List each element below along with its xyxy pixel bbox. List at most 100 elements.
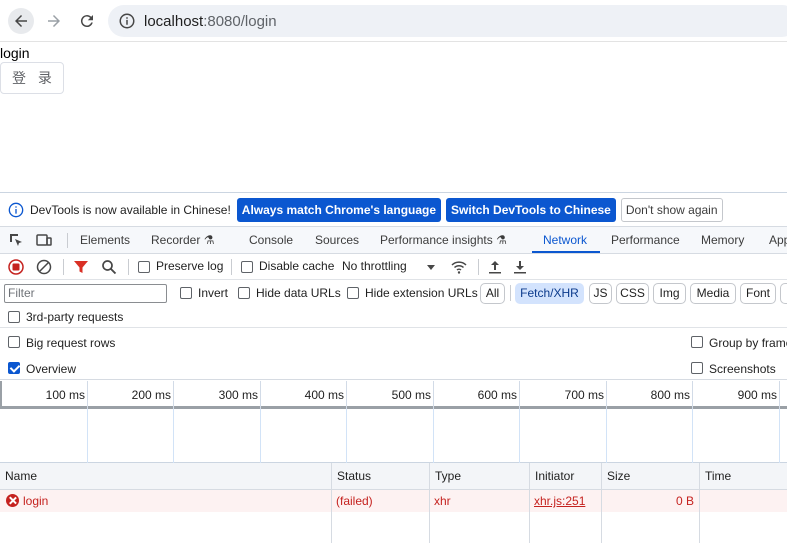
request-status: (failed)	[336, 494, 373, 508]
tab-performance-insights[interactable]: Performance insights ⚗	[380, 227, 507, 253]
big-rows-row: Big request rows Group by frame	[0, 330, 787, 354]
invert-checkbox[interactable]	[180, 287, 192, 299]
clear-icon[interactable]	[36, 259, 52, 275]
filter-type-media[interactable]: Media	[690, 283, 736, 304]
tick-label: 300 ms	[218, 388, 258, 402]
filter-type-css[interactable]: CSS	[616, 283, 649, 304]
overview-label: Overview	[26, 362, 77, 376]
tab-performance[interactable]: Performance	[611, 227, 680, 253]
tick-line	[173, 381, 174, 409]
site-info-icon[interactable]	[118, 12, 136, 30]
disable-cache-checkbox[interactable]	[241, 261, 253, 273]
tab-elements[interactable]: Elements	[80, 227, 130, 253]
hide-data-urls-label: Hide data URLs	[256, 286, 341, 300]
col-header-status[interactable]: Status	[331, 463, 430, 490]
tick-label: 600 ms	[477, 388, 517, 402]
table-row[interactable]: login (failed) xhr xhr.js:251 0 B	[0, 490, 787, 512]
column-divider	[699, 463, 700, 543]
stop-recording-icon[interactable]	[8, 259, 24, 275]
hide-data-urls-checkbox[interactable]	[238, 287, 250, 299]
back-button[interactable]	[8, 8, 34, 34]
address-bar[interactable]: localhost:8080/login	[108, 5, 787, 37]
filter-type-img[interactable]: Img	[653, 283, 686, 304]
request-initiator-link[interactable]: xhr.js:251	[529, 490, 585, 512]
network-conditions-icon[interactable]	[451, 259, 467, 275]
group-by-frame-checkbox[interactable]	[691, 336, 703, 348]
tab-application[interactable]: Application	[769, 227, 787, 253]
tab-memory[interactable]: Memory	[701, 227, 744, 253]
tick-label: 200 ms	[131, 388, 171, 402]
screenshots-checkbox[interactable]	[691, 362, 703, 374]
filter-icon[interactable]	[73, 259, 89, 275]
tick-line	[433, 381, 434, 409]
tick-label: 500 ms	[391, 388, 431, 402]
col-header-initiator[interactable]: Initiator	[529, 463, 601, 490]
inspect-element-icon[interactable]	[8, 232, 24, 248]
forward-button[interactable]	[41, 8, 67, 34]
grid-line	[433, 409, 434, 463]
login-button[interactable]: 登 录	[0, 62, 64, 94]
arrow-left-icon	[15, 15, 27, 27]
request-name[interactable]: login	[18, 490, 48, 512]
request-size: 0 B	[675, 494, 694, 508]
requests-table-header: Name Status Type Initiator Size Time	[0, 463, 787, 490]
col-header-time[interactable]: Time	[699, 463, 787, 490]
device-toolbar-icon[interactable]	[36, 232, 52, 248]
tick-line	[606, 381, 607, 409]
tick-line	[346, 381, 347, 409]
overview-checkbox[interactable]	[8, 362, 20, 374]
overview-row: Overview Screenshots	[0, 356, 787, 380]
reload-button[interactable]	[74, 8, 100, 34]
grid-line	[779, 409, 780, 463]
preserve-log-label: Preserve log	[156, 259, 224, 273]
tick-line	[260, 381, 261, 409]
filter-type-more[interactable]	[780, 283, 787, 304]
banner-message: DevTools is now available in Chinese!	[30, 202, 231, 217]
preserve-log-checkbox[interactable]	[138, 261, 150, 273]
reload-icon	[80, 15, 93, 28]
column-divider	[601, 463, 602, 543]
search-icon[interactable]	[101, 259, 117, 275]
tab-divider	[67, 233, 68, 248]
timeline-overview[interactable]	[0, 409, 787, 463]
download-icon[interactable]	[512, 259, 528, 275]
third-party-checkbox[interactable]	[8, 311, 20, 323]
filter-input[interactable]: Filter	[4, 284, 167, 303]
language-banner: DevTools is now available in Chinese! Al…	[0, 193, 787, 227]
network-toolbar: Preserve log Disable cache No throttling	[0, 254, 787, 280]
toolbar-divider	[63, 259, 64, 275]
tick-label: 800 ms	[650, 388, 690, 402]
browser-toolbar: localhost:8080/login	[0, 0, 787, 42]
toolbar-divider	[128, 259, 129, 275]
dont-show-again-button[interactable]: Don't show again	[620, 197, 723, 222]
filter-type-font[interactable]: Font	[740, 283, 776, 304]
timeline-ruler[interactable]: 100 ms 200 ms 300 ms 400 ms 500 ms 600 m…	[0, 381, 787, 409]
chevron-down-icon[interactable]	[425, 261, 437, 273]
col-header-size[interactable]: Size	[601, 463, 700, 490]
page-text: login	[0, 45, 30, 61]
tick-label: 700 ms	[564, 388, 604, 402]
filter-type-all[interactable]: All	[480, 283, 505, 304]
filter-type-fetch-xhr[interactable]: Fetch/XHR	[515, 283, 584, 304]
hide-extension-urls-label: Hide extension URLs	[365, 286, 478, 300]
hide-extension-urls-checkbox[interactable]	[347, 287, 359, 299]
col-header-type[interactable]: Type	[429, 463, 529, 490]
tick-label: 100 ms	[45, 388, 85, 402]
switch-chinese-button[interactable]: Switch DevTools to Chinese	[446, 197, 616, 222]
upload-icon[interactable]	[487, 259, 503, 275]
invert-label: Invert	[198, 286, 229, 300]
filter-type-js[interactable]: JS	[589, 283, 612, 304]
grid-line	[606, 409, 607, 463]
tab-console[interactable]: Console	[249, 227, 293, 253]
tab-network[interactable]: Network	[532, 227, 600, 253]
grid-line	[173, 409, 174, 463]
throttling-select[interactable]: No throttling	[342, 259, 407, 273]
big-request-rows-checkbox[interactable]	[8, 336, 20, 348]
url-text: localhost:8080/login	[144, 12, 277, 30]
tab-recorder[interactable]: Recorder ⚗	[151, 227, 214, 253]
column-divider	[429, 463, 430, 543]
tab-sources[interactable]: Sources	[315, 227, 359, 253]
col-header-name[interactable]: Name	[0, 463, 331, 490]
match-language-button[interactable]: Always match Chrome's language	[236, 197, 442, 222]
request-type: xhr	[434, 494, 451, 508]
